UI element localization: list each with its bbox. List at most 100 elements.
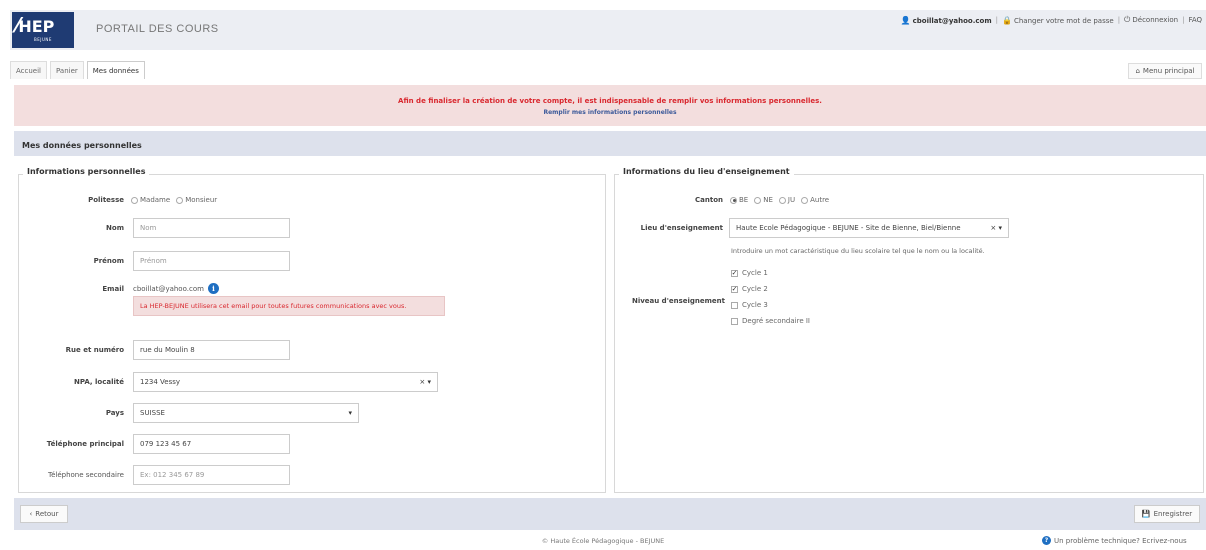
lieu-label: Lieu d'enseignement — [640, 224, 723, 232]
portal-title: PORTAIL DES COURS — [96, 23, 219, 35]
nom-label: Nom — [106, 224, 124, 232]
logo-text: HEP — [18, 17, 55, 36]
app-header: ⁄HEP BEJUNE PORTAIL DES COURS 👤 cboillat@… — [10, 10, 1206, 50]
email-value: cboillat@yahoo.com — [133, 284, 204, 293]
change-password-link[interactable]: 🔒 Changer votre mot de passe — [1002, 16, 1114, 25]
help-icon: ? — [1042, 536, 1051, 545]
change-password-label: Changer votre mot de passe — [1013, 16, 1114, 25]
save-label: Enregistrer — [1153, 510, 1193, 518]
tab-mes-donnees[interactable]: Mes données — [86, 61, 145, 79]
radio-autre[interactable]: Autre — [801, 196, 829, 204]
radio-ne[interactable]: NE — [754, 196, 773, 204]
checkbox-icon — [731, 317, 738, 325]
checkbox-secondaire-2[interactable]: Degré secondaire II — [731, 317, 810, 325]
radio-ju-label: JU — [787, 196, 796, 204]
footer-copyright: © Haute École Pédagogique - BEJUNE — [541, 537, 665, 545]
personal-data-panel: Mes données personnelles Informations pe… — [14, 131, 1206, 530]
completion-alert: Afin de finaliser la création de votre c… — [14, 85, 1206, 126]
level-checkbox-list: ✓ Cycle 1 ✓ Cycle 2 Cycle 3 Degré secondai… — [731, 269, 810, 325]
checkbox-checked-icon: ✓ — [731, 284, 738, 293]
radio-icon — [801, 196, 809, 204]
logout-link[interactable]: ⏻ Déconnexion — [1124, 15, 1178, 25]
tech-help-link[interactable]: ? Un problème technique? Ecrivez-nous — [1042, 536, 1187, 545]
pays-select[interactable]: SUISSE ▾ — [133, 403, 359, 423]
user-email: cboillat@yahoo.com — [912, 16, 992, 25]
clear-caret-icon[interactable]: × ▾ — [990, 224, 1002, 232]
logout-label: Déconnexion — [1132, 16, 1179, 24]
user-bar: 👤 cboillat@yahoo.com | 🔒 Changer votre mot… — [901, 15, 1202, 25]
lock-icon: 🔒 — [1002, 15, 1012, 25]
radio-be[interactable]: BE — [730, 196, 748, 204]
email-display: cboillat@yahoo.com i — [133, 283, 219, 294]
npa-value: 1234 Vessy — [140, 378, 181, 386]
politesse-radio-group: Madame Monsieur — [131, 196, 217, 204]
save-button[interactable]: 💾 Enregistrer — [1134, 505, 1200, 523]
lieu-value: Haute Ecole Pédagogique - BEJUNE - Site … — [736, 224, 961, 232]
tel1-input[interactable]: 079 123 45 67 — [133, 434, 290, 454]
pays-value: SUISSE — [140, 409, 165, 417]
politesse-label: Politesse — [88, 196, 124, 204]
main-tabs: Accueil Panier Mes données — [10, 61, 145, 79]
radio-ne-label: NE — [763, 196, 773, 204]
main-menu-button[interactable]: ⌂ Menu principal — [1128, 63, 1202, 79]
radio-autre-label: Autre — [810, 196, 830, 204]
tel2-input[interactable]: Ex: 012 345 67 89 — [133, 465, 290, 485]
back-label: Retour — [35, 510, 59, 518]
separator: | — [995, 16, 998, 24]
checkbox-checked-icon: ✓ — [731, 268, 738, 277]
back-button[interactable]: ‹ Retour — [20, 505, 68, 523]
radio-icon — [176, 196, 184, 204]
radio-monsieur-label: Monsieur — [185, 196, 218, 204]
personal-info-legend: Informations personnelles — [23, 167, 150, 176]
separator: | — [1182, 16, 1185, 24]
level-label: Degré secondaire II — [742, 317, 810, 325]
radio-monsieur[interactable]: Monsieur — [176, 196, 217, 204]
tab-accueil[interactable]: Accueil — [10, 61, 47, 79]
school-info-fieldset: Informations du lieu d'enseignement Cant… — [614, 167, 1204, 493]
footer: © Haute École Pédagogique - BEJUNE ? Un … — [0, 532, 1206, 550]
pays-label: Pays — [105, 409, 124, 417]
radio-be-label: BE — [739, 196, 749, 204]
personal-info-fieldset: Informations personnelles Politesse Mada… — [18, 167, 606, 493]
info-icon[interactable]: i — [207, 283, 219, 294]
level-label: Cycle 1 — [742, 269, 768, 277]
tel1-label: Téléphone principal — [46, 440, 124, 448]
npa-label: NPA, localité — [74, 378, 124, 386]
npa-select[interactable]: 1234 Vessy × ▾ — [133, 372, 438, 392]
canton-label: Canton — [695, 196, 723, 204]
hep-logo[interactable]: ⁄HEP BEJUNE — [12, 12, 74, 48]
rue-input[interactable]: rue du Moulin 8 — [133, 340, 290, 360]
clear-caret-icon[interactable]: × ▾ — [419, 378, 431, 386]
level-label: Cycle 3 — [742, 301, 768, 309]
lieu-hint: Introduire un mot caractéristique du lie… — [731, 247, 985, 255]
user-icon: 👤 — [900, 15, 911, 25]
canton-radio-group: BE NE JU Autre — [730, 196, 829, 204]
user-link[interactable]: 👤 cboillat@yahoo.com — [901, 16, 992, 25]
radio-madame[interactable]: Madame — [131, 196, 170, 204]
nom-input[interactable]: Nom — [133, 218, 290, 238]
niveau-label: Niveau d'enseignement — [631, 297, 725, 305]
rue-label: Rue et numéro — [65, 346, 124, 354]
main-menu-label: Menu principal — [1142, 67, 1195, 75]
fill-info-link[interactable]: Remplir mes informations personnelles — [14, 109, 1206, 116]
checkbox-cycle-1[interactable]: ✓ Cycle 1 — [731, 269, 810, 277]
logo-mark: ⁄HEP — [16, 15, 54, 37]
email-warning: La HEP-BEJUNE utilisera cet email pour t… — [133, 296, 445, 316]
radio-icon — [778, 196, 786, 204]
power-icon: ⏻ — [1124, 15, 1131, 24]
radio-icon — [754, 196, 762, 204]
chevron-left-icon: ‹ — [29, 510, 33, 518]
prenom-input[interactable]: Prénom — [133, 251, 290, 271]
checkbox-cycle-2[interactable]: ✓ Cycle 2 — [731, 285, 810, 293]
tel2-label: Téléphone secondaire — [47, 471, 124, 479]
home-icon: ⌂ — [1135, 67, 1140, 75]
logo-subtext: BEJUNE — [34, 37, 52, 42]
checkbox-cycle-3[interactable]: Cycle 3 — [731, 301, 810, 309]
lieu-select[interactable]: Haute Ecole Pédagogique - BEJUNE - Site … — [729, 218, 1009, 238]
school-info-legend: Informations du lieu d'enseignement — [619, 167, 794, 176]
tab-panier[interactable]: Panier — [50, 61, 84, 79]
faq-link[interactable]: FAQ — [1188, 16, 1202, 24]
radio-icon — [131, 196, 138, 204]
email-label: Email — [102, 285, 124, 293]
radio-ju[interactable]: JU — [778, 196, 796, 204]
